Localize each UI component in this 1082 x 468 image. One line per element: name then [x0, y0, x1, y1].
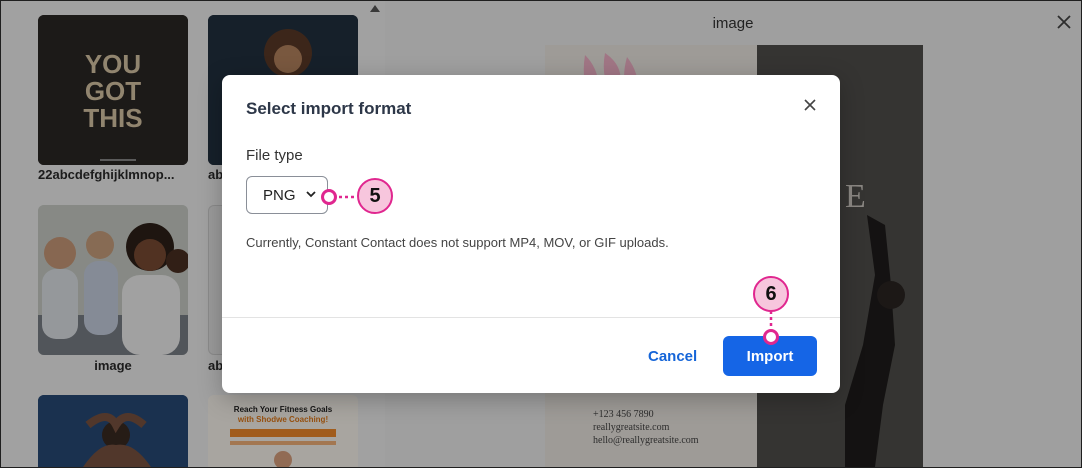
callout-connectors [339, 195, 773, 329]
app-frame: YOU GOT THIS 22abcdefghijklmnop... ab im… [0, 0, 1082, 468]
callout-pointer-dot [321, 189, 337, 205]
callout-step-badge: 5 [357, 178, 393, 214]
callout-step-badge: 6 [753, 276, 789, 312]
callout-pointer-dot [763, 329, 779, 345]
